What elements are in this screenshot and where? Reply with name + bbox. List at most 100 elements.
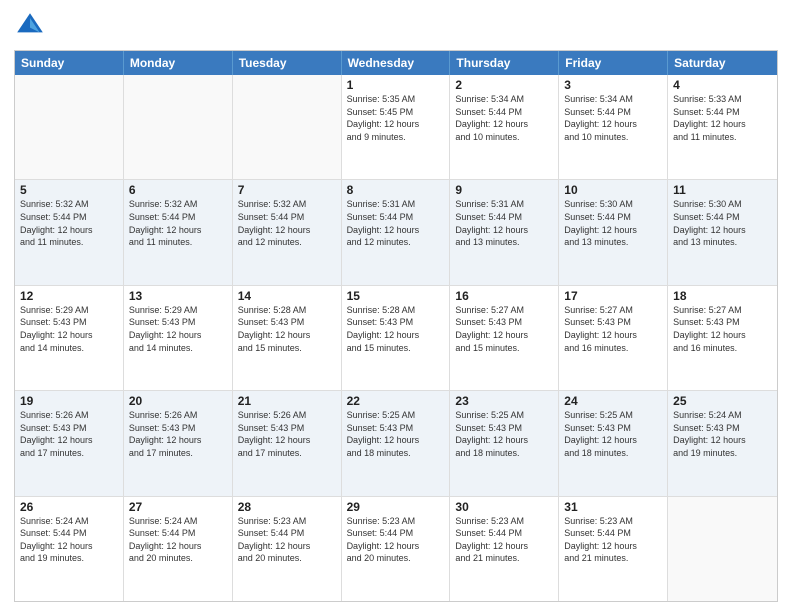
day-number: 11 — [673, 183, 772, 197]
cal-cell-4: 4Sunrise: 5:33 AM Sunset: 5:44 PM Daylig… — [668, 75, 777, 179]
cal-cell-28: 28Sunrise: 5:23 AM Sunset: 5:44 PM Dayli… — [233, 497, 342, 601]
day-number: 14 — [238, 289, 336, 303]
day-info: Sunrise: 5:24 AM Sunset: 5:44 PM Dayligh… — [20, 515, 118, 565]
day-number: 15 — [347, 289, 445, 303]
day-number: 9 — [455, 183, 553, 197]
cal-cell-13: 13Sunrise: 5:29 AM Sunset: 5:43 PM Dayli… — [124, 286, 233, 390]
cal-cell-6: 6Sunrise: 5:32 AM Sunset: 5:44 PM Daylig… — [124, 180, 233, 284]
day-info: Sunrise: 5:33 AM Sunset: 5:44 PM Dayligh… — [673, 93, 772, 143]
day-info: Sunrise: 5:23 AM Sunset: 5:44 PM Dayligh… — [564, 515, 662, 565]
header-day-wednesday: Wednesday — [342, 51, 451, 75]
day-number: 27 — [129, 500, 227, 514]
calendar-header-row: SundayMondayTuesdayWednesdayThursdayFrid… — [15, 51, 777, 75]
day-number: 4 — [673, 78, 772, 92]
cal-cell-empty — [233, 75, 342, 179]
cal-row-2: 12Sunrise: 5:29 AM Sunset: 5:43 PM Dayli… — [15, 285, 777, 390]
day-info: Sunrise: 5:32 AM Sunset: 5:44 PM Dayligh… — [20, 198, 118, 248]
day-info: Sunrise: 5:30 AM Sunset: 5:44 PM Dayligh… — [564, 198, 662, 248]
day-number: 16 — [455, 289, 553, 303]
day-number: 10 — [564, 183, 662, 197]
day-number: 2 — [455, 78, 553, 92]
day-info: Sunrise: 5:23 AM Sunset: 5:44 PM Dayligh… — [347, 515, 445, 565]
cal-cell-7: 7Sunrise: 5:32 AM Sunset: 5:44 PM Daylig… — [233, 180, 342, 284]
day-number: 18 — [673, 289, 772, 303]
header-day-saturday: Saturday — [668, 51, 777, 75]
day-info: Sunrise: 5:32 AM Sunset: 5:44 PM Dayligh… — [238, 198, 336, 248]
day-info: Sunrise: 5:31 AM Sunset: 5:44 PM Dayligh… — [347, 198, 445, 248]
day-number: 7 — [238, 183, 336, 197]
cal-cell-20: 20Sunrise: 5:26 AM Sunset: 5:43 PM Dayli… — [124, 391, 233, 495]
day-info: Sunrise: 5:28 AM Sunset: 5:43 PM Dayligh… — [347, 304, 445, 354]
day-number: 17 — [564, 289, 662, 303]
day-number: 31 — [564, 500, 662, 514]
day-number: 29 — [347, 500, 445, 514]
cal-cell-2: 2Sunrise: 5:34 AM Sunset: 5:44 PM Daylig… — [450, 75, 559, 179]
cal-cell-19: 19Sunrise: 5:26 AM Sunset: 5:43 PM Dayli… — [15, 391, 124, 495]
cal-cell-27: 27Sunrise: 5:24 AM Sunset: 5:44 PM Dayli… — [124, 497, 233, 601]
day-info: Sunrise: 5:35 AM Sunset: 5:45 PM Dayligh… — [347, 93, 445, 143]
logo-icon — [14, 10, 46, 42]
cal-row-3: 19Sunrise: 5:26 AM Sunset: 5:43 PM Dayli… — [15, 390, 777, 495]
day-number: 5 — [20, 183, 118, 197]
header — [14, 10, 778, 42]
day-number: 13 — [129, 289, 227, 303]
day-number: 28 — [238, 500, 336, 514]
logo — [14, 10, 50, 42]
day-info: Sunrise: 5:27 AM Sunset: 5:43 PM Dayligh… — [673, 304, 772, 354]
header-day-monday: Monday — [124, 51, 233, 75]
day-info: Sunrise: 5:27 AM Sunset: 5:43 PM Dayligh… — [564, 304, 662, 354]
cal-row-1: 5Sunrise: 5:32 AM Sunset: 5:44 PM Daylig… — [15, 179, 777, 284]
day-info: Sunrise: 5:27 AM Sunset: 5:43 PM Dayligh… — [455, 304, 553, 354]
day-number: 26 — [20, 500, 118, 514]
cal-cell-8: 8Sunrise: 5:31 AM Sunset: 5:44 PM Daylig… — [342, 180, 451, 284]
cal-cell-23: 23Sunrise: 5:25 AM Sunset: 5:43 PM Dayli… — [450, 391, 559, 495]
cal-cell-11: 11Sunrise: 5:30 AM Sunset: 5:44 PM Dayli… — [668, 180, 777, 284]
cal-cell-25: 25Sunrise: 5:24 AM Sunset: 5:43 PM Dayli… — [668, 391, 777, 495]
cal-cell-21: 21Sunrise: 5:26 AM Sunset: 5:43 PM Dayli… — [233, 391, 342, 495]
cal-cell-12: 12Sunrise: 5:29 AM Sunset: 5:43 PM Dayli… — [15, 286, 124, 390]
header-day-friday: Friday — [559, 51, 668, 75]
day-info: Sunrise: 5:28 AM Sunset: 5:43 PM Dayligh… — [238, 304, 336, 354]
day-info: Sunrise: 5:31 AM Sunset: 5:44 PM Dayligh… — [455, 198, 553, 248]
calendar-body: 1Sunrise: 5:35 AM Sunset: 5:45 PM Daylig… — [15, 75, 777, 601]
day-info: Sunrise: 5:26 AM Sunset: 5:43 PM Dayligh… — [129, 409, 227, 459]
header-day-sunday: Sunday — [15, 51, 124, 75]
day-info: Sunrise: 5:25 AM Sunset: 5:43 PM Dayligh… — [455, 409, 553, 459]
day-info: Sunrise: 5:32 AM Sunset: 5:44 PM Dayligh… — [129, 198, 227, 248]
day-number: 22 — [347, 394, 445, 408]
cal-cell-1: 1Sunrise: 5:35 AM Sunset: 5:45 PM Daylig… — [342, 75, 451, 179]
cal-cell-17: 17Sunrise: 5:27 AM Sunset: 5:43 PM Dayli… — [559, 286, 668, 390]
cal-cell-empty — [668, 497, 777, 601]
cal-cell-31: 31Sunrise: 5:23 AM Sunset: 5:44 PM Dayli… — [559, 497, 668, 601]
cal-cell-29: 29Sunrise: 5:23 AM Sunset: 5:44 PM Dayli… — [342, 497, 451, 601]
day-number: 20 — [129, 394, 227, 408]
day-info: Sunrise: 5:24 AM Sunset: 5:43 PM Dayligh… — [673, 409, 772, 459]
day-number: 30 — [455, 500, 553, 514]
day-info: Sunrise: 5:29 AM Sunset: 5:43 PM Dayligh… — [129, 304, 227, 354]
day-info: Sunrise: 5:24 AM Sunset: 5:44 PM Dayligh… — [129, 515, 227, 565]
cal-cell-14: 14Sunrise: 5:28 AM Sunset: 5:43 PM Dayli… — [233, 286, 342, 390]
day-number: 24 — [564, 394, 662, 408]
cal-cell-10: 10Sunrise: 5:30 AM Sunset: 5:44 PM Dayli… — [559, 180, 668, 284]
cal-cell-5: 5Sunrise: 5:32 AM Sunset: 5:44 PM Daylig… — [15, 180, 124, 284]
day-number: 6 — [129, 183, 227, 197]
day-info: Sunrise: 5:23 AM Sunset: 5:44 PM Dayligh… — [455, 515, 553, 565]
day-number: 19 — [20, 394, 118, 408]
day-info: Sunrise: 5:25 AM Sunset: 5:43 PM Dayligh… — [564, 409, 662, 459]
day-number: 1 — [347, 78, 445, 92]
calendar: SundayMondayTuesdayWednesdayThursdayFrid… — [14, 50, 778, 602]
header-day-tuesday: Tuesday — [233, 51, 342, 75]
cal-cell-26: 26Sunrise: 5:24 AM Sunset: 5:44 PM Dayli… — [15, 497, 124, 601]
day-info: Sunrise: 5:34 AM Sunset: 5:44 PM Dayligh… — [455, 93, 553, 143]
cal-cell-15: 15Sunrise: 5:28 AM Sunset: 5:43 PM Dayli… — [342, 286, 451, 390]
cal-cell-18: 18Sunrise: 5:27 AM Sunset: 5:43 PM Dayli… — [668, 286, 777, 390]
cal-cell-9: 9Sunrise: 5:31 AM Sunset: 5:44 PM Daylig… — [450, 180, 559, 284]
cal-cell-3: 3Sunrise: 5:34 AM Sunset: 5:44 PM Daylig… — [559, 75, 668, 179]
page: SundayMondayTuesdayWednesdayThursdayFrid… — [0, 0, 792, 612]
day-info: Sunrise: 5:34 AM Sunset: 5:44 PM Dayligh… — [564, 93, 662, 143]
cal-cell-empty — [15, 75, 124, 179]
day-info: Sunrise: 5:26 AM Sunset: 5:43 PM Dayligh… — [20, 409, 118, 459]
day-info: Sunrise: 5:25 AM Sunset: 5:43 PM Dayligh… — [347, 409, 445, 459]
cal-cell-16: 16Sunrise: 5:27 AM Sunset: 5:43 PM Dayli… — [450, 286, 559, 390]
day-number: 8 — [347, 183, 445, 197]
